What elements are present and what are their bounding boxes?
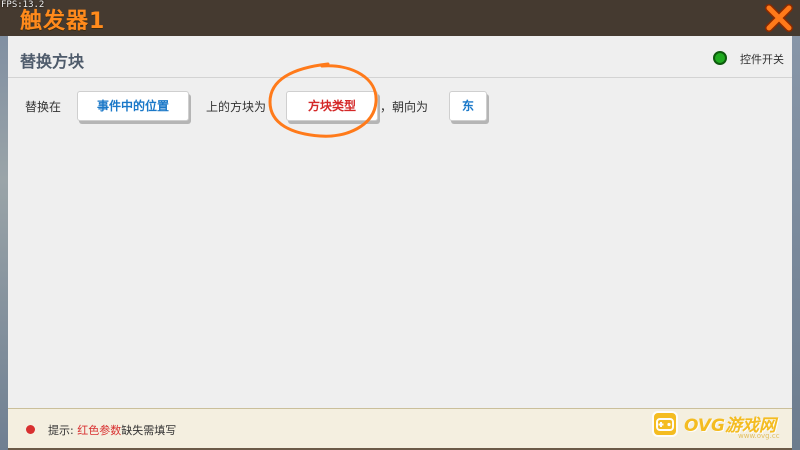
position-param-button[interactable]: 事件中的位置 <box>77 91 189 121</box>
control-toggle[interactable] <box>713 51 727 65</box>
facing-label-text: ，朝向为 <box>380 100 429 114</box>
section-title: 替换方块 <box>20 52 85 71</box>
hint-indicator-dot <box>26 425 35 434</box>
hint-text: 提示: 红色参数缺失需填写 <box>48 422 176 438</box>
close-button[interactable] <box>764 3 794 33</box>
close-icon <box>765 4 793 32</box>
hint-bar: 提示: 红色参数缺失需填写 <box>8 408 792 448</box>
title-bar: 触发器1 <box>0 0 800 36</box>
trigger-panel: 替换方块 控件开关 替换在 事件中的位置 上的方块为 方块类型 ，朝向为 东 <box>8 36 792 408</box>
section-header: 替换方块 控件开关 <box>8 36 792 78</box>
facing-param-button[interactable]: 东 <box>449 91 487 121</box>
block-type-param-button[interactable]: 方块类型 <box>286 91 378 121</box>
action-middle-text: 上的方块为 <box>206 100 267 114</box>
replace-block-action-row: 替换在 事件中的位置 上的方块为 方块类型 ，朝向为 东 <box>8 90 792 122</box>
hint-label: 提示: <box>48 424 74 437</box>
hint-rest: 缺失需填写 <box>121 424 177 437</box>
hint-highlight: 红色参数 <box>77 424 122 437</box>
control-toggle-label: 控件开关 <box>740 53 784 66</box>
game-background-right <box>792 0 800 450</box>
fps-counter: FPS:13.2 <box>1 0 45 10</box>
game-background-left <box>0 0 8 450</box>
action-prefix-text: 替换在 <box>25 100 62 114</box>
